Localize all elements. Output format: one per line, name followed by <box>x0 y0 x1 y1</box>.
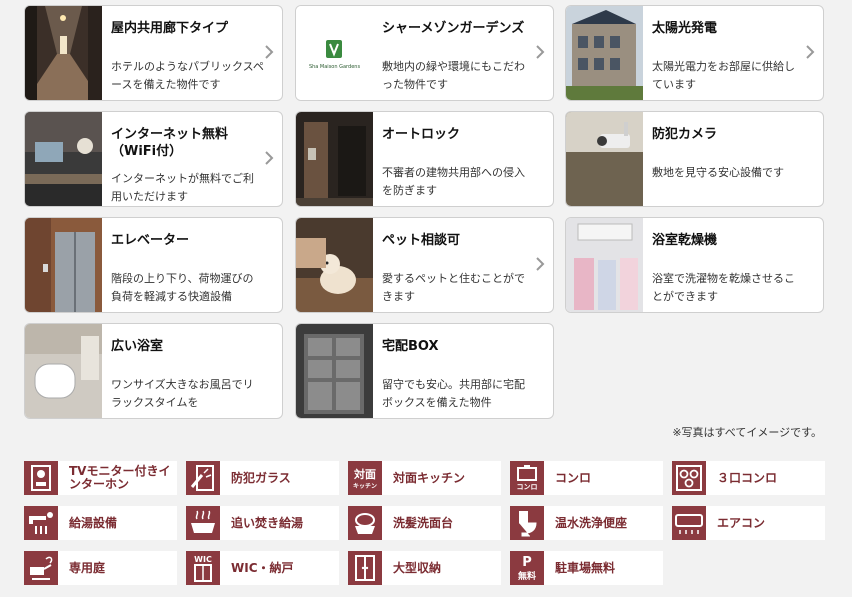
amenity-label: 駐車場無料 <box>555 560 616 575</box>
amenity-label: TVモニター付きインターホン <box>69 464 171 491</box>
amenity-security-glass: 防犯ガラス <box>186 461 339 495</box>
feature-card-shamaison[interactable]: Sha Maison Gardens シャーメゾンガーデンズ 敷地内の緑や環境に… <box>295 5 554 101</box>
feature-card-hallway[interactable]: 屋内共用廊下タイプ ホテルのようなパブリックスペースを備えた物件です <box>24 5 283 101</box>
card-title: シャーメゾンガーデンズ <box>382 21 525 36</box>
security-camera-photo <box>566 112 643 206</box>
amenity-label: 洗髪洗面台 <box>393 515 454 530</box>
amenity-reheat: 追い焚き給湯 <box>186 506 339 540</box>
chevron-right-icon[interactable] <box>535 256 545 272</box>
counter-kitchen-icon: 対面 キッチン <box>348 461 382 495</box>
card-description: 敷地を見守る安心設備です <box>652 166 784 179</box>
walk-in-closet-icon: WIC <box>186 551 220 585</box>
amenity-label: WIC・納戸 <box>231 560 294 575</box>
chevron-right-icon[interactable] <box>535 44 545 60</box>
amenity-counter-kitchen: 対面 キッチン 対面キッチン <box>348 461 501 495</box>
amenity-label: 専用庭 <box>69 560 106 575</box>
amenity-private-garden: 専用庭 <box>24 551 177 585</box>
toilet-icon <box>510 506 544 540</box>
card-description: 階段の上り下り、荷物運びの負荷を軽減する快適設備 <box>111 272 254 303</box>
amenity-label: 大型収納 <box>393 560 442 575</box>
card-description: 敷地内の緑や環境にもこだわった物件です <box>382 60 525 91</box>
delivery-box-photo <box>296 324 373 418</box>
amenity-walk-in-closet: WIC WIC・納戸 <box>186 551 339 585</box>
amenity-stove: コンロ コンロ <box>510 461 663 495</box>
entrance-photo <box>296 112 373 206</box>
card-title: エレベーター <box>111 233 190 248</box>
amenity-label: コンロ <box>555 470 592 485</box>
bathroom-dryer-photo <box>566 218 643 312</box>
chevron-right-icon[interactable] <box>264 150 274 166</box>
chevron-right-icon[interactable] <box>805 44 815 60</box>
washbasin-icon <box>348 506 382 540</box>
amenity-free-parking: P 無料 駐車場無料 <box>510 551 663 585</box>
card-description: ホテルのようなパブリックスペースを備えた物件です <box>111 60 264 91</box>
feature-card-delivery-box: 宅配BOX 留守でも安心。共用部に宅配ボックスを備えた物件 <box>295 323 554 419</box>
card-description: 愛するペットと住むことができます <box>382 272 525 303</box>
card-title: 宅配BOX <box>382 339 439 354</box>
card-title: 浴室乾燥機 <box>652 233 718 248</box>
amenity-label: エアコン <box>717 515 766 530</box>
amenity-air-conditioner: エアコン <box>672 506 825 540</box>
svg-text:対面: 対面 <box>353 467 376 481</box>
svg-text:Sha Maison Gardens: Sha Maison Gardens <box>309 64 361 70</box>
feature-card-solar[interactable]: 太陽光発電 太陽光電力をお部屋に供給しています <box>565 5 824 101</box>
pet-dog-photo <box>296 218 373 312</box>
solar-building-photo <box>566 6 643 100</box>
amenity-label: 温水洗浄便座 <box>555 515 628 530</box>
feature-card-pet[interactable]: ペット相談可 愛するペットと住むことができます <box>295 217 554 313</box>
card-description: インターネットが無料でご利用いただけます <box>111 172 254 203</box>
air-conditioner-icon <box>672 506 706 540</box>
amenity-label: 対面キッチン <box>393 470 466 485</box>
card-description: 不審者の建物共用部への侵入を防ぎます <box>382 166 525 197</box>
svg-text:P: P <box>522 555 532 570</box>
card-description: 留守でも安心。共用部に宅配ボックスを備えた物件 <box>382 378 525 409</box>
amenity-water-heater: 給湯設備 <box>24 506 177 540</box>
feature-card-wide-bath: 広い浴室 ワンサイズ大きなお風呂でリラックスタイムを <box>24 323 283 419</box>
large-storage-icon <box>348 551 382 585</box>
feature-card-autolock: オートロック 不審者の建物共用部への侵入を防ぎます <box>295 111 554 207</box>
feature-card-internet[interactable]: インターネット無料（WiFi付） インターネットが無料でご利用いただけます <box>24 111 283 207</box>
water-heater-icon <box>24 506 58 540</box>
three-burner-icon <box>672 461 706 495</box>
card-title: インターネット無料（WiFi付） <box>111 127 229 159</box>
bathtub-photo <box>25 324 102 418</box>
amenity-label: 給湯設備 <box>69 515 118 530</box>
security-glass-icon <box>186 461 220 495</box>
reheat-bath-icon <box>186 506 220 540</box>
card-title: 広い浴室 <box>111 339 164 354</box>
svg-text:コンロ: コンロ <box>517 483 538 491</box>
feature-card-elevator: エレベーター 階段の上り下り、荷物運びの負荷を軽減する快適設備 <box>24 217 283 313</box>
stove-icon: コンロ <box>510 461 544 495</box>
svg-text:キッチン: キッチン <box>353 483 377 490</box>
amenity-large-storage: 大型収納 <box>348 551 501 585</box>
chevron-right-icon[interactable] <box>264 44 274 60</box>
svg-text:無料: 無料 <box>518 570 536 582</box>
free-parking-icon: P 無料 <box>510 551 544 585</box>
shamaison-gardens-logo: Sha Maison Gardens <box>296 6 373 100</box>
feature-card-bath-dryer: 浴室乾燥機 浴室で洗濯物を乾燥させることができます <box>565 217 824 313</box>
feature-card-camera: 防犯カメラ 敷地を見守る安心設備です <box>565 111 824 207</box>
card-title: 屋内共用廊下タイプ <box>111 21 229 36</box>
card-description: 浴室で洗濯物を乾燥させることができます <box>652 272 795 303</box>
amenity-label: ３口コンロ <box>717 470 778 485</box>
lounge-photo <box>25 112 102 206</box>
photo-note: ※写真はすべてイメージです。 <box>672 426 822 439</box>
private-garden-icon <box>24 551 58 585</box>
svg-text:WIC: WIC <box>194 555 212 564</box>
intercom-icon <box>24 461 58 495</box>
card-title: ペット相談可 <box>382 233 461 248</box>
card-description: ワンサイズ大きなお風呂でリラックスタイムを <box>111 378 254 409</box>
amenity-intercom: TVモニター付きインターホン <box>24 461 177 495</box>
amenity-three-burner: ３口コンロ <box>672 461 825 495</box>
card-title: オートロック <box>382 127 461 142</box>
amenity-washbasin: 洗髪洗面台 <box>348 506 501 540</box>
amenity-label: 防犯ガラス <box>231 470 291 485</box>
elevator-photo <box>25 218 102 312</box>
card-title: 太陽光発電 <box>652 21 718 36</box>
card-description: 太陽光電力をお部屋に供給しています <box>652 60 795 91</box>
amenity-label: 追い焚き給湯 <box>231 515 304 530</box>
card-title: 防犯カメラ <box>652 127 718 142</box>
hallway-photo <box>25 6 102 100</box>
amenity-toilet: 温水洗浄便座 <box>510 506 663 540</box>
